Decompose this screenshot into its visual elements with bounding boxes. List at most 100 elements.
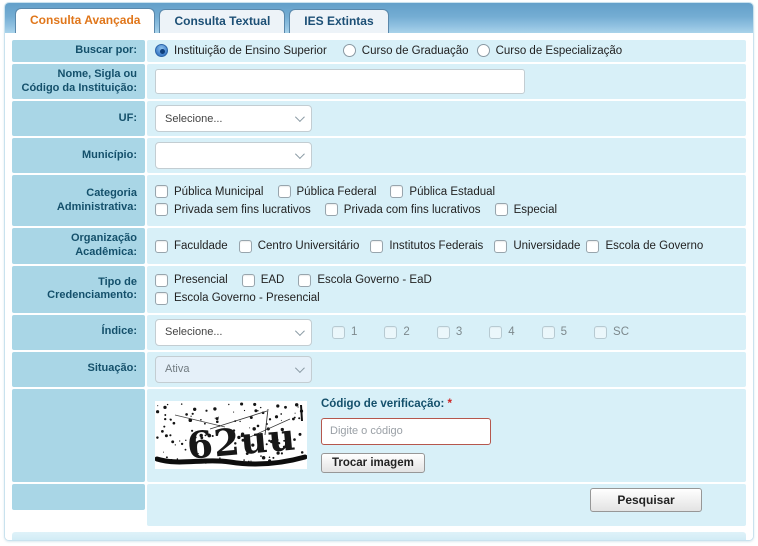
municipio-select[interactable] xyxy=(155,142,312,170)
radio-instituicao-ensino-superior[interactable]: Instituição de Ensino Superior xyxy=(155,44,327,58)
checkbox-label: Faculdade xyxy=(174,240,228,252)
tab-bar: Consulta Avançada Consulta Textual IES E… xyxy=(5,3,753,33)
row-tipo-credenciamento: Tipo de Credenciamento: Presencial EAD E… xyxy=(12,265,746,313)
checkbox-indice-2: 2 xyxy=(384,325,410,339)
pesquisar-button[interactable]: Pesquisar xyxy=(590,487,702,512)
checkbox-label: 2 xyxy=(403,326,410,339)
checkbox-universidade[interactable]: Universidade xyxy=(494,239,581,253)
captcha-code-input[interactable] xyxy=(321,417,491,445)
radio-label: Instituição de Ensino Superior xyxy=(174,44,327,57)
indice-select[interactable]: Selecione... xyxy=(155,318,312,346)
buscar-por-label: Buscar por: xyxy=(12,40,145,62)
buscar-por-options: Instituição de Ensino Superior Curso de … xyxy=(147,40,746,62)
captcha-row-label xyxy=(12,388,145,482)
organizacao-academica-cell: Faculdade Centro Universitário Instituto… xyxy=(147,228,746,264)
nome-instituicao-input[interactable] xyxy=(155,69,525,94)
checkbox-indice-3: 3 xyxy=(436,325,463,339)
nome-instituicao-cell xyxy=(147,63,746,100)
tab-ies-extintas[interactable]: IES Extintas xyxy=(289,9,389,33)
checkbox-icon xyxy=(594,325,608,339)
captcha-label-text: Código de verificação: xyxy=(321,397,445,410)
checkbox-escola-governo-presencial[interactable]: Escola Governo - Presencial xyxy=(155,291,320,305)
chevron-down-icon xyxy=(294,112,305,123)
footer-bar xyxy=(12,531,746,540)
emec-consulta-panel: Consulta Avançada Consulta Textual IES E… xyxy=(4,2,754,541)
checkbox-icon xyxy=(489,325,503,339)
checkbox-publica-federal[interactable]: Pública Federal xyxy=(277,185,376,199)
checkbox-icon xyxy=(155,203,168,217)
chevron-down-icon xyxy=(294,149,305,160)
row-municipio: Município: xyxy=(12,138,746,174)
checkbox-institutos-federais[interactable]: Institutos Federais xyxy=(370,239,483,253)
checkbox-indice-4: 4 xyxy=(489,325,515,339)
situacao-cell: Ativa xyxy=(147,351,746,387)
checkbox-centro-universitario[interactable]: Centro Universitário xyxy=(238,239,360,253)
checkbox-icon xyxy=(494,203,508,217)
checkbox-indice-sc: SC xyxy=(594,325,629,339)
checkbox-icon xyxy=(370,239,384,253)
checkbox-publica-municipal[interactable]: Pública Municipal xyxy=(155,185,264,199)
radio-curso-graduacao[interactable]: Curso de Graduação xyxy=(342,44,469,58)
uf-select[interactable]: Selecione... xyxy=(155,105,312,133)
checkbox-label: Centro Universitário xyxy=(257,240,360,252)
organizacao-academica-label: Organização Acadêmica: xyxy=(12,228,145,264)
radio-selected-icon xyxy=(155,44,168,58)
checkbox-label: 4 xyxy=(508,326,515,339)
uf-cell: Selecione... xyxy=(147,101,746,137)
checkbox-icon xyxy=(586,239,600,253)
checkbox-label: Especial xyxy=(513,203,558,216)
uf-label: UF: xyxy=(12,101,145,137)
checkbox-label: Pública Estadual xyxy=(409,185,496,198)
captcha-label: Código de verificação: * xyxy=(321,398,491,410)
checkbox-publica-estadual[interactable]: Pública Estadual xyxy=(390,185,496,199)
checkbox-icon xyxy=(155,273,168,287)
uf-select-value: Selecione... xyxy=(165,112,223,125)
chevron-down-icon xyxy=(294,325,305,336)
checkbox-label: 3 xyxy=(455,326,463,339)
checkbox-icon xyxy=(155,185,168,199)
tab-consulta-textual[interactable]: Consulta Textual xyxy=(159,9,286,33)
checkbox-presencial[interactable]: Presencial xyxy=(155,273,228,287)
radio-curso-especializacao[interactable]: Curso de Especialização xyxy=(476,44,623,58)
row-pesquisar: Pesquisar xyxy=(12,483,746,526)
checkbox-indice-5: 5 xyxy=(541,325,568,339)
checkbox-icon xyxy=(436,325,450,339)
checkbox-label: 1 xyxy=(351,326,358,339)
municipio-label: Município: xyxy=(12,138,145,174)
checkbox-icon xyxy=(324,203,338,217)
situacao-select[interactable]: Ativa xyxy=(155,355,312,383)
radio-icon xyxy=(342,44,356,58)
checkbox-label: Presencial xyxy=(174,274,228,287)
checkbox-escola-de-governo[interactable]: Escola de Governo xyxy=(586,239,704,253)
checkbox-label: 5 xyxy=(560,326,568,339)
pesquisar-row-label xyxy=(12,483,145,510)
checkbox-especial[interactable]: Especial xyxy=(494,203,558,217)
pesquisar-cell: Pesquisar xyxy=(147,483,746,526)
categoria-administrativa-label: Categoria Administrativa: xyxy=(12,175,145,227)
tipo-credenciamento-cell: Presencial EAD Escola Governo - EaD Esco… xyxy=(147,265,746,313)
radio-label: Curso de Graduação xyxy=(361,44,469,57)
checkbox-label: Escola de Governo xyxy=(605,240,704,252)
checkbox-icon xyxy=(541,325,555,339)
checkbox-icon xyxy=(277,185,291,199)
checkbox-ead[interactable]: EAD xyxy=(241,273,284,287)
radio-label: Curso de Especialização xyxy=(495,44,623,57)
row-categoria-administrativa: Categoria Administrativa: Pública Munici… xyxy=(12,175,746,227)
checkbox-icon xyxy=(332,325,345,339)
tipo-credenciamento-label: Tipo de Credenciamento: xyxy=(12,265,145,313)
checkbox-label: Pública Municipal xyxy=(174,185,264,198)
checkbox-privada-com-fins[interactable]: Privada com fins lucrativos xyxy=(324,203,481,217)
checkbox-faculdade[interactable]: Faculdade xyxy=(155,239,228,253)
checkbox-escola-governo-ead[interactable]: Escola Governo - EaD xyxy=(298,273,432,287)
checkbox-privada-sem-fins[interactable]: Privada sem fins lucrativos xyxy=(155,203,311,217)
checkbox-label: Universidade xyxy=(513,240,581,252)
indice-label: Índice: xyxy=(12,314,145,350)
tab-consulta-avancada[interactable]: Consulta Avançada xyxy=(15,8,156,33)
row-captcha: 62uu Código de verificação: * Trocar ima… xyxy=(12,388,746,482)
checkbox-indice-1: 1 xyxy=(332,325,358,339)
trocar-imagem-button[interactable]: Trocar imagem xyxy=(321,452,425,473)
checkbox-label: Privada com fins lucrativos xyxy=(343,203,481,216)
captcha-image: 62uu xyxy=(155,401,307,470)
municipio-cell xyxy=(147,138,746,174)
chevron-down-icon xyxy=(294,362,305,373)
